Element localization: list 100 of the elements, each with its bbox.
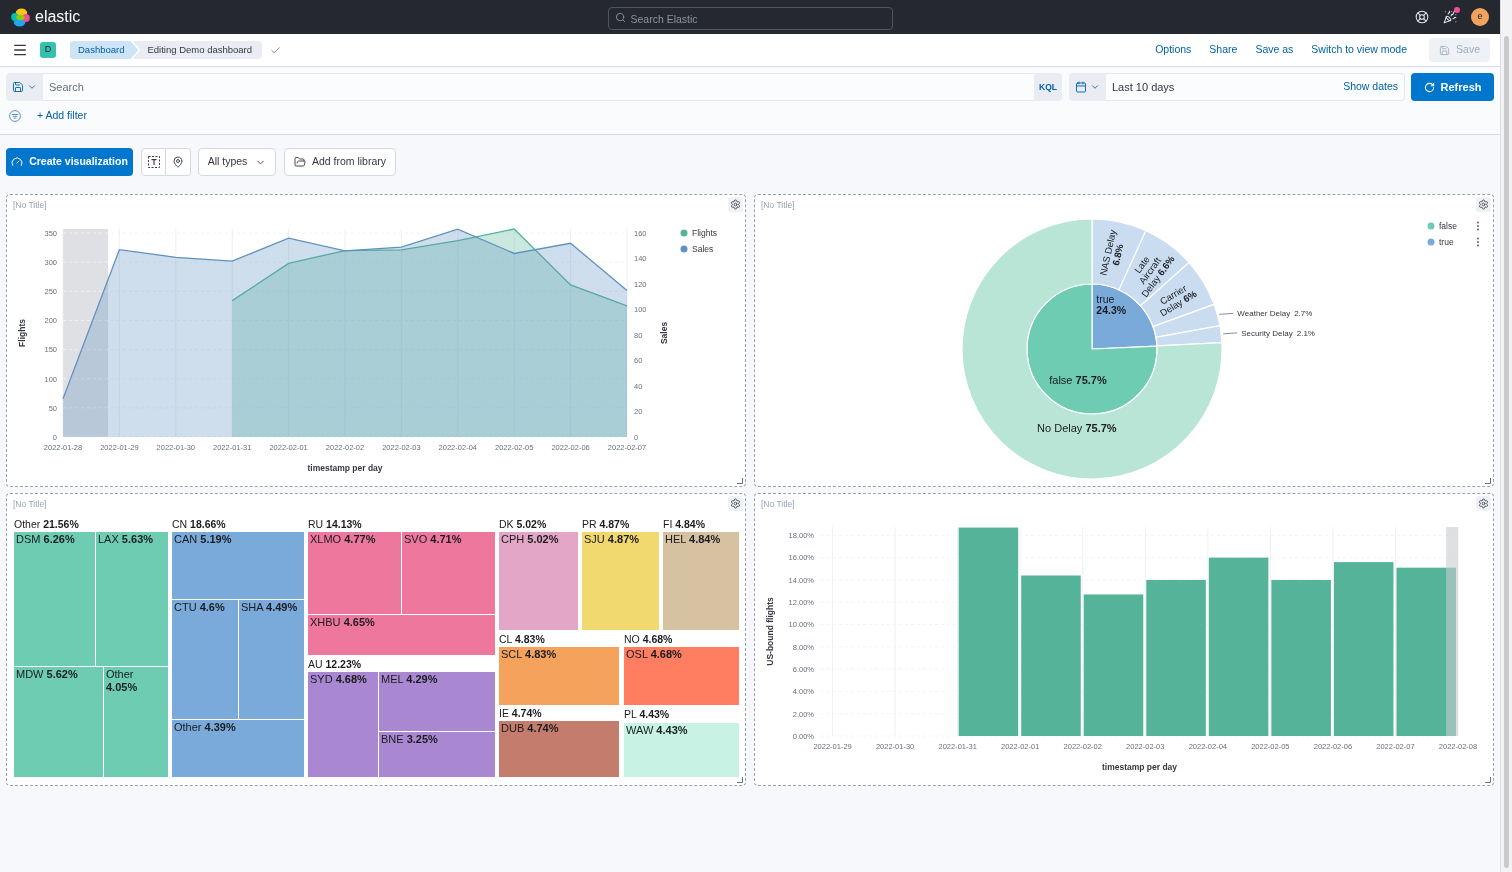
add-filter-link[interactable]: + Add filter bbox=[37, 108, 87, 124]
brand-name: elastic bbox=[35, 7, 81, 27]
resize-handle-icon[interactable] bbox=[737, 478, 743, 484]
check-icon bbox=[270, 44, 282, 56]
action-link[interactable]: Switch to view mode bbox=[1311, 42, 1408, 58]
map-panel-button[interactable] bbox=[166, 148, 191, 176]
treemap-tile: OSL 4.68% bbox=[624, 647, 739, 705]
treemap-tile: CAN 5.19% bbox=[172, 532, 304, 599]
leader-line bbox=[1218, 312, 1234, 315]
treemap-tile: CPH 5.02% bbox=[499, 532, 578, 630]
slice-label: Weather Delay 2.7% bbox=[1237, 309, 1313, 319]
group-label: DK 5.02% bbox=[499, 517, 548, 532]
leader-line bbox=[1222, 332, 1238, 335]
group-label: AU 12.23% bbox=[308, 657, 363, 672]
slice-label: No Delay 75.7% bbox=[1037, 421, 1117, 434]
panel-options-button[interactable] bbox=[1476, 496, 1491, 511]
group-label: Other 21.56% bbox=[14, 517, 80, 532]
axis-title: Flights bbox=[17, 319, 27, 347]
axis-title: timestamp per day bbox=[1101, 762, 1178, 772]
treemap-tile: Other 4.39% bbox=[172, 720, 304, 777]
treemap-tile: XLMO 4.77% bbox=[308, 532, 401, 614]
slice-label: true 24.3% bbox=[1096, 292, 1127, 316]
resize-handle-icon[interactable] bbox=[737, 777, 743, 783]
show-dates-link[interactable]: Show dates bbox=[1343, 79, 1398, 95]
gauge-icon bbox=[11, 156, 24, 168]
treemap-tile: SJU 4.87% bbox=[582, 532, 659, 630]
panel-title: [No Title] bbox=[761, 498, 795, 510]
saved-query-button[interactable] bbox=[6, 73, 43, 101]
date-quick-select-button[interactable] bbox=[1069, 73, 1106, 101]
treemap-tile: MEL 4.29% bbox=[379, 672, 495, 731]
slice-label: Security Delay 2.1% bbox=[1241, 328, 1315, 338]
axis-title: US-bound flights bbox=[765, 597, 775, 666]
date-range-field[interactable]: Last 10 days Show dates bbox=[1106, 73, 1405, 101]
scrollbar[interactable] bbox=[1500, 0, 1512, 872]
treemap-tile: DUB 4.74% bbox=[499, 721, 619, 777]
save-icon bbox=[1439, 44, 1451, 56]
treemap-tile: MDW 5.62% bbox=[14, 667, 103, 777]
legend-label[interactable]: true bbox=[1439, 237, 1454, 247]
search-field[interactable]: Search Elastic bbox=[607, 7, 893, 30]
query-input[interactable]: Search bbox=[43, 73, 1034, 101]
action-link[interactable]: Options bbox=[1155, 42, 1192, 58]
filter-icon[interactable] bbox=[9, 110, 21, 122]
text-box-icon bbox=[147, 156, 160, 168]
treemap-tile: DSM 6.26% bbox=[14, 532, 95, 666]
group-label: PR 4.87% bbox=[582, 517, 631, 532]
more-options-icon[interactable] bbox=[1476, 221, 1480, 231]
type-filter-dropdown[interactable]: All types bbox=[198, 148, 276, 176]
gear-icon bbox=[1478, 498, 1489, 509]
axis-title: timestamp per day bbox=[307, 463, 383, 473]
save-icon bbox=[12, 81, 24, 93]
create-visualization-button[interactable]: Create visualization bbox=[6, 148, 133, 176]
query-language-button[interactable]: KQL bbox=[1034, 73, 1062, 101]
slice-label: NAS Delay 6.8% bbox=[1097, 228, 1126, 277]
treemap-tile: Other 4.05% bbox=[104, 667, 168, 777]
chevron-down-icon bbox=[1090, 82, 1100, 92]
legend-label[interactable]: Sales bbox=[692, 244, 714, 254]
logo-icon[interactable] bbox=[11, 7, 30, 27]
slice-label: false 75.7% bbox=[1049, 374, 1107, 386]
refresh-button[interactable]: Refresh bbox=[1411, 73, 1494, 101]
party-popper-icon[interactable] bbox=[1443, 10, 1457, 24]
panel-title: [No Title] bbox=[761, 199, 795, 211]
treemap-tile: BNE 3.25% bbox=[379, 732, 495, 777]
menu-icon[interactable] bbox=[12, 42, 28, 58]
gear-icon bbox=[1478, 199, 1489, 210]
date-range-text: Last 10 days bbox=[1112, 79, 1175, 95]
treemap-tile: SCL 4.83% bbox=[499, 647, 619, 705]
group-label: NO 4.68% bbox=[624, 632, 674, 647]
breadcrumb[interactable]: Dashboard bbox=[70, 41, 139, 59]
calendar-icon bbox=[1075, 81, 1087, 93]
treemap-tile: HEL 4.84% bbox=[663, 532, 739, 630]
panel-options-button[interactable] bbox=[1476, 197, 1491, 212]
map-pin-icon bbox=[172, 156, 184, 168]
resize-handle-icon[interactable] bbox=[1485, 777, 1491, 783]
folder-icon bbox=[293, 156, 306, 168]
treemap-tile: SVO 4.71% bbox=[402, 532, 495, 614]
treemap-tile: SYD 4.68% bbox=[308, 672, 378, 777]
panel-title: [No Title] bbox=[13, 498, 47, 510]
gear-icon bbox=[730, 199, 741, 210]
breadcrumb: Editing Demo dashboard bbox=[132, 41, 263, 59]
user-avatar[interactable]: e bbox=[1471, 8, 1489, 26]
search-icon bbox=[614, 11, 626, 23]
help-icon[interactable] bbox=[1415, 10, 1429, 24]
more-options-icon[interactable] bbox=[1476, 237, 1480, 247]
action-link[interactable]: Save as bbox=[1255, 42, 1294, 58]
panel-options-button[interactable] bbox=[728, 496, 743, 511]
action-link[interactable]: Share bbox=[1209, 42, 1238, 58]
resize-handle-icon[interactable] bbox=[1485, 478, 1491, 484]
group-label: CL 4.83% bbox=[499, 632, 546, 647]
refresh-icon bbox=[1423, 81, 1435, 93]
space-avatar[interactable]: D bbox=[40, 42, 56, 58]
treemap-tile: XHBU 4.65% bbox=[308, 615, 495, 655]
axis-title: Sales bbox=[659, 321, 669, 345]
panel-options-button[interactable] bbox=[728, 197, 743, 212]
group-label: FI 4.84% bbox=[663, 517, 707, 532]
legend-label[interactable]: false bbox=[1439, 221, 1457, 231]
gear-icon bbox=[730, 498, 741, 509]
legend-label[interactable]: Flights bbox=[692, 228, 718, 238]
add-from-library-button[interactable]: Add from library bbox=[284, 148, 396, 176]
text-panel-button[interactable] bbox=[141, 148, 166, 176]
chevron-down-icon bbox=[27, 82, 37, 92]
